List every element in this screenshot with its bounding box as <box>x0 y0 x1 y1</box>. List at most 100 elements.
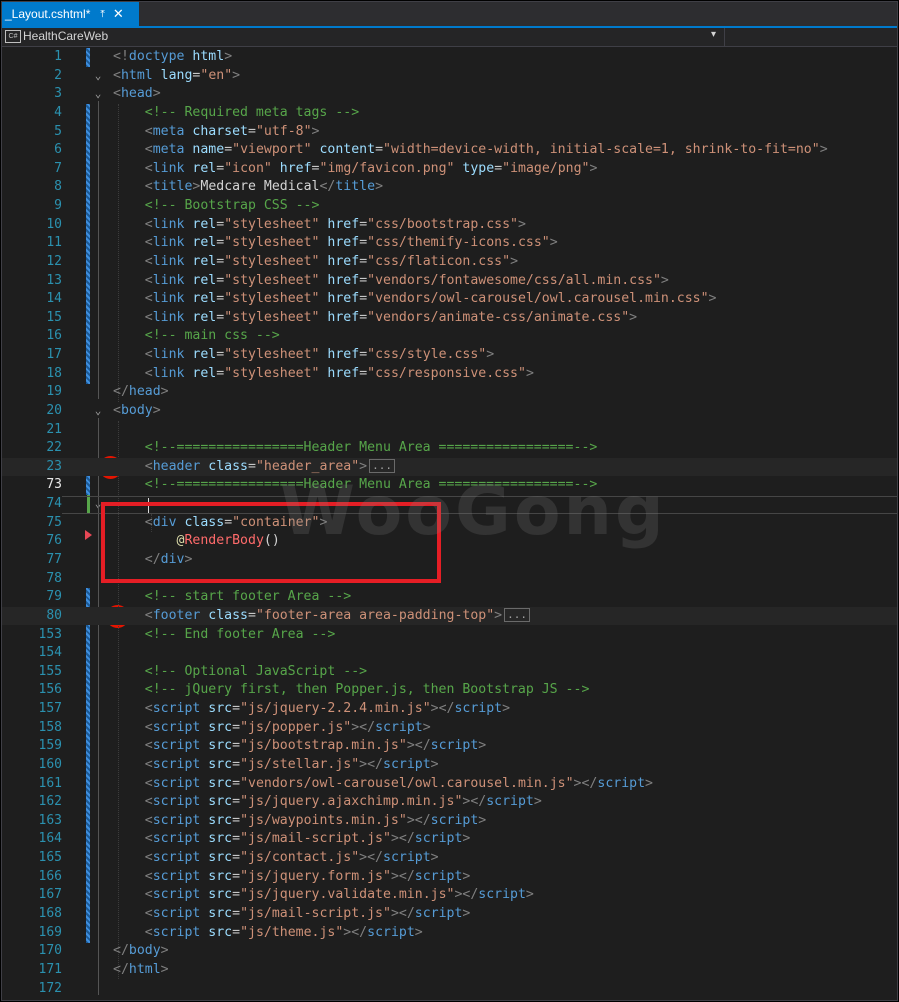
code-line[interactable]: 164 <script src="js/mail-script.js"></sc… <box>2 830 897 848</box>
code-token: script <box>414 905 463 921</box>
code-token: "js/theme.js" <box>240 924 344 940</box>
code-token: "js/stellar.js" <box>240 756 360 772</box>
code-line[interactable]: 22 <!--================Header Menu Area … <box>2 439 897 457</box>
code-line[interactable]: 172 <box>2 980 897 998</box>
code-line[interactable]: 168 <script src="js/mail-script.js"></sc… <box>2 905 897 923</box>
code-line[interactable]: 18 <link rel="stylesheet" href="css/resp… <box>2 365 897 383</box>
code-line[interactable]: 19 </head> <box>2 383 897 401</box>
code-token: "css/responsive.css" <box>367 365 526 381</box>
code-token: name <box>192 142 225 158</box>
code-token: Medcare Medical <box>200 179 320 195</box>
code-token: </ <box>113 384 129 400</box>
code-line[interactable]: 163 <script src="js/waypoints.min.js"></… <box>2 812 897 830</box>
code-token: > <box>359 458 368 474</box>
collapsed-region-indicator[interactable]: ... <box>369 458 395 473</box>
code-line[interactable]: 20 <body> <box>2 402 897 420</box>
code-token: ></ <box>406 738 431 754</box>
code-token: script <box>152 719 209 735</box>
editor-window: _Layout.cshtml* ⤒ ✕ C# HealthCareWeb ▾ ⌄… <box>1 1 898 1001</box>
code-line[interactable]: 4 <!-- Required meta tags --> <box>2 104 897 122</box>
code-token: script <box>152 850 209 866</box>
code-token: = <box>216 235 225 251</box>
code-text: <!-- Bootstrap CSS --> <box>113 197 320 215</box>
code-token: "js/contact.js" <box>240 850 360 866</box>
code-line[interactable]: 13 <link rel="stylesheet" href="vendors/… <box>2 272 897 290</box>
navbar-divider <box>724 28 725 46</box>
code-line[interactable]: 10 <link rel="stylesheet" href="css/boot… <box>2 216 897 234</box>
code-line[interactable]: 170 </body> <box>2 942 897 960</box>
code-line[interactable]: 17 <link rel="stylesheet" href="css/styl… <box>2 346 897 364</box>
code-editor[interactable]: ⌄⌄⌄⌄›› 1<!doctype html>2<html lang="en">… <box>2 48 897 1000</box>
code-line[interactable]: 159 <script src="js/bootstrap.min.js"></… <box>2 737 897 755</box>
code-line[interactable]: 12 <link rel="stylesheet" href="css/flat… <box>2 253 897 271</box>
code-line[interactable]: 7 <link rel="icon" href="img/favicon.png… <box>2 160 897 178</box>
code-line[interactable]: 171 </html> <box>2 961 897 979</box>
code-line[interactable]: 2 <html lang="en"> <box>2 67 897 85</box>
code-token: > <box>549 235 558 251</box>
code-line[interactable]: 79 <!-- start footer Area --> <box>2 588 897 606</box>
code-line[interactable]: 155 <!-- Optional JavaScript --> <box>2 663 897 681</box>
line-number: 171 <box>38 961 62 977</box>
code-token: = <box>248 123 256 139</box>
code-line[interactable]: 160 <script src="js/stellar.js"></script… <box>2 756 897 774</box>
code-line[interactable]: 166 <script src="js/jquery.form.js"></sc… <box>2 868 897 886</box>
collapsed-region-indicator[interactable]: ... <box>504 607 530 622</box>
code-line[interactable]: 16 <!-- main css --> <box>2 327 897 345</box>
code-line[interactable]: 162 <script src="js/jquery.ajaxchimp.min… <box>2 793 897 811</box>
code-line[interactable]: 153 <!-- End footer Area --> <box>2 626 897 644</box>
code-token: src <box>208 775 233 791</box>
code-line[interactable]: 6 <meta name="viewport" content="width=d… <box>2 141 897 159</box>
close-icon[interactable]: ✕ <box>113 6 124 22</box>
code-token: = <box>216 272 225 288</box>
code-line[interactable]: 161 <script src="vendors/owl-carousel/ow… <box>2 775 897 793</box>
code-token: > <box>224 49 233 64</box>
code-line[interactable]: 5 <meta charset="utf-8"> <box>2 123 897 141</box>
code-token: link <box>152 235 193 251</box>
code-text: <!--================Header Menu Area ===… <box>113 439 598 457</box>
code-token: script <box>152 738 209 754</box>
code-line[interactable]: 8 <title>Medcare Medical</title> <box>2 178 897 196</box>
code-token: "icon" <box>224 160 280 176</box>
code-line[interactable]: 14 <link rel="stylesheet" href="vendors/… <box>2 290 897 308</box>
code-line[interactable]: 167 <script src="js/jquery.validate.min.… <box>2 886 897 904</box>
code-line[interactable]: 157 <script src="js/jquery-2.2.4.min.js"… <box>2 700 897 718</box>
project-selector[interactable]: HealthCareWeb <box>23 29 108 43</box>
chevron-down-icon[interactable]: ▾ <box>711 29 716 40</box>
code-text: <script src="vendors/owl-carousel/owl.ca… <box>113 775 653 793</box>
code-text: <link rel="icon" href="img/favicon.png" … <box>113 160 598 178</box>
pin-icon[interactable]: ⤒ <box>100 9 104 20</box>
code-line[interactable]: 11 <link rel="stylesheet" href="css/them… <box>2 234 897 252</box>
code-line[interactable]: 1 <!doctype html> <box>2 48 897 66</box>
line-number: 166 <box>38 868 62 884</box>
code-text: </head> <box>113 383 169 401</box>
code-token: ></ <box>359 850 383 866</box>
line-number: 164 <box>38 831 62 847</box>
code-token: = <box>359 272 368 288</box>
code-token: "css/style.css" <box>367 347 487 363</box>
code-line[interactable]: 165 <script src="js/contact.js"></script… <box>2 849 897 867</box>
code-token: head <box>128 384 161 400</box>
code-line[interactable]: 158 <script src="js/popper.js"></script> <box>2 719 897 737</box>
code-line[interactable]: 173 <box>2 998 897 1000</box>
code-token: "css/bootstrap.css" <box>367 216 518 232</box>
code-line[interactable]: 21 <box>2 421 897 439</box>
line-number: 79 <box>46 589 62 605</box>
code-line[interactable]: 73 <!--================Header Menu Area … <box>2 476 897 494</box>
document-tab[interactable]: _Layout.cshtml* ⤒ ✕ <box>2 2 139 26</box>
code-token: link <box>152 253 193 269</box>
code-line[interactable]: 154 <box>2 644 897 662</box>
code-token: script <box>430 738 479 754</box>
code-line[interactable]: 23 <header class="header_area">... <box>2 457 897 476</box>
code-line[interactable]: 9 <!-- Bootstrap CSS --> <box>2 197 897 215</box>
code-token: < <box>113 86 121 102</box>
code-line[interactable]: 3 <head> <box>2 85 897 103</box>
code-token: > <box>660 272 669 288</box>
code-line[interactable]: 169 <script src="js/theme.js"></script> <box>2 924 897 942</box>
code-line[interactable]: 80 <footer class="footer-area area-paddi… <box>2 606 897 625</box>
code-line[interactable]: 15 <link rel="stylesheet" href="vendors/… <box>2 309 897 327</box>
code-line[interactable]: 156 <!-- jQuery first, then Popper.js, t… <box>2 681 897 699</box>
